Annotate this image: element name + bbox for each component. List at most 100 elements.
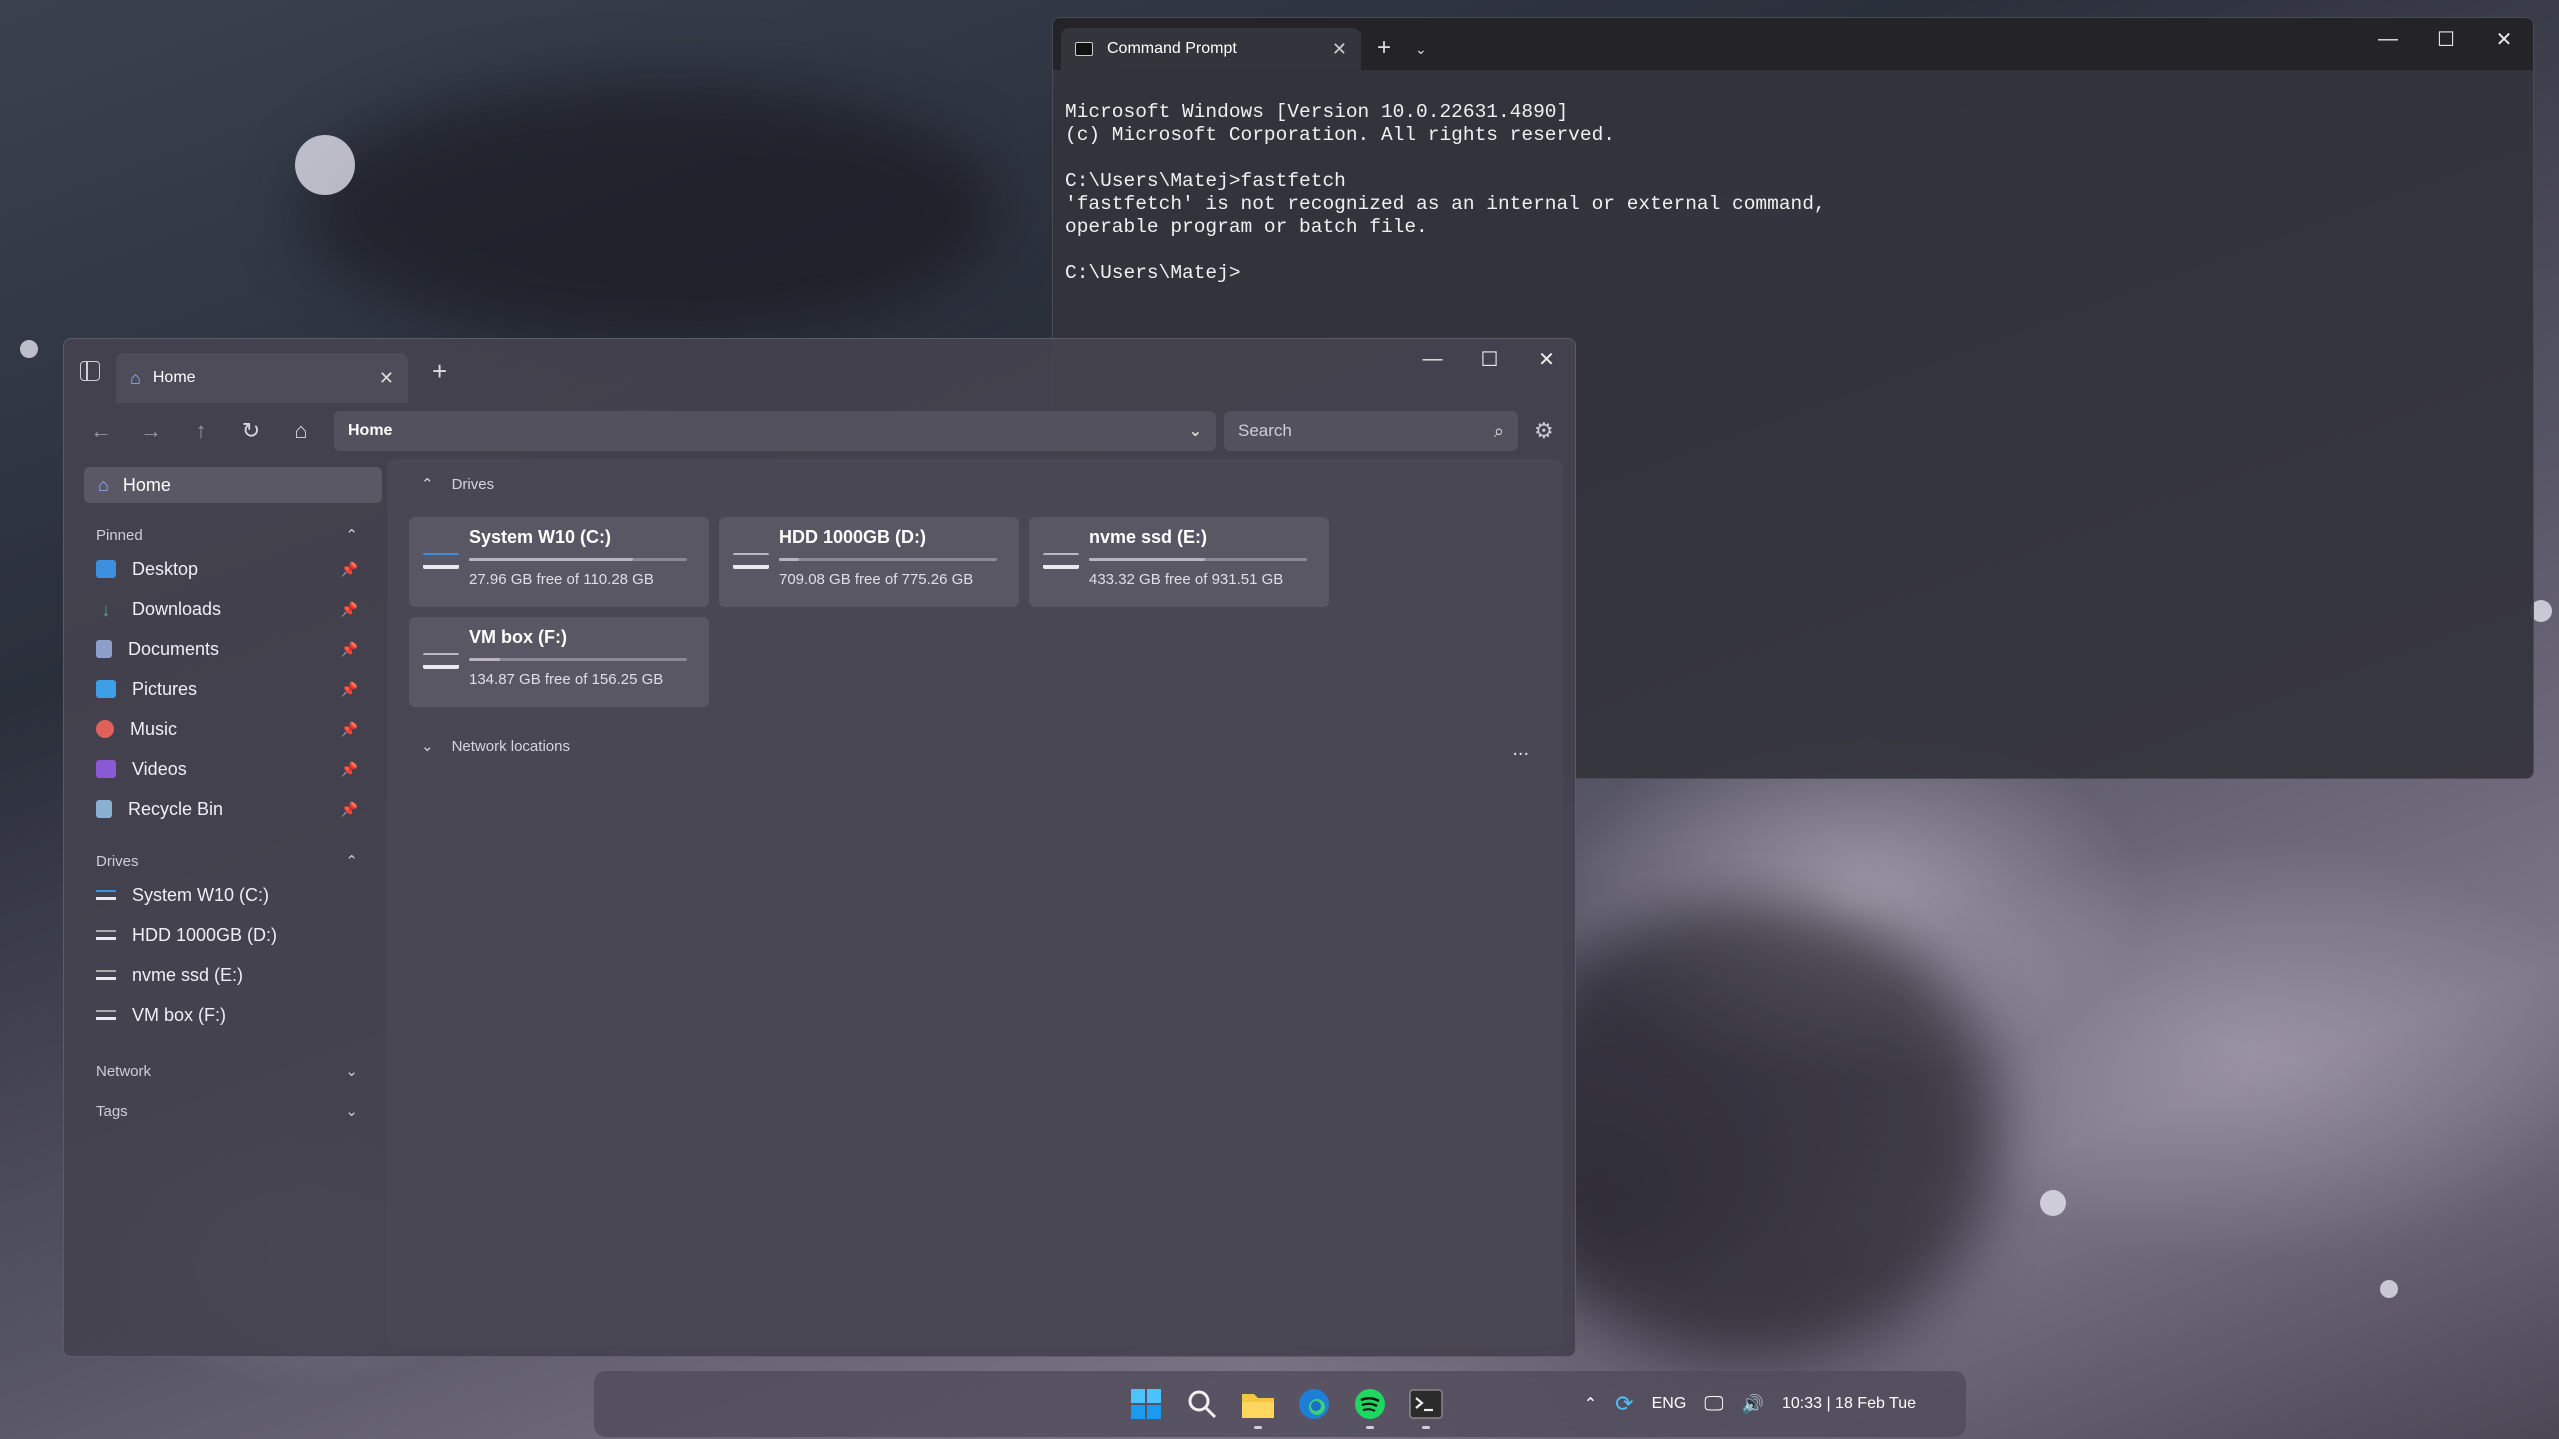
terminal-icon	[1409, 1389, 1443, 1419]
search-icon[interactable]: ⌕	[1494, 421, 1504, 442]
section-label: Pinned	[96, 526, 143, 544]
address-text: Home	[348, 422, 393, 439]
chevron-down-icon[interactable]: ⌄	[1189, 421, 1202, 441]
close-button[interactable]: ✕	[1518, 339, 1575, 379]
network-icon[interactable]: 🖵	[1704, 1393, 1723, 1416]
drive-free-space: 27.96 GB free of 110.28 GB	[469, 571, 654, 588]
taskbar-edge[interactable]	[1286, 1376, 1342, 1432]
drive-card[interactable]: nvme ssd (E:) 433.32 GB free of 931.51 G…	[1029, 517, 1329, 607]
sidebar-section-tags[interactable]: Tags ⌄	[74, 1097, 374, 1125]
pin-icon[interactable]: 📌	[341, 641, 358, 658]
sidebar-item-videos[interactable]: Videos 📌	[74, 749, 374, 789]
edge-browser-icon	[1299, 1389, 1329, 1419]
chevron-up-icon[interactable]: ⌃	[345, 526, 358, 544]
gear-icon[interactable]: ⚙	[1534, 418, 1554, 444]
drive-card[interactable]: System W10 (C:) 27.96 GB free of 110.28 …	[409, 517, 709, 607]
pin-icon[interactable]: 📌	[341, 601, 358, 618]
sidebar-item-drive-e[interactable]: nvme ssd (E:)	[74, 955, 374, 995]
sidebar-item-pictures[interactable]: Pictures 📌	[74, 669, 374, 709]
search-box[interactable]: ⌕	[1224, 411, 1518, 451]
chevron-down-icon[interactable]: ⌄	[345, 1062, 358, 1080]
drive-name: HDD 1000GB (D:)	[779, 527, 927, 547]
folder-icon	[1242, 1394, 1274, 1418]
drive-usage-bar	[469, 658, 687, 661]
sidebar-item-drive-c[interactable]: System W10 (C:)	[74, 875, 374, 915]
pin-icon[interactable]: 📌	[341, 721, 358, 738]
sidebar-item-recycle-bin[interactable]: Recycle Bin 📌	[74, 789, 374, 829]
language-indicator[interactable]: ENG	[1652, 1395, 1687, 1413]
minimize-button[interactable]: —	[1404, 339, 1461, 379]
new-tab-button[interactable]: +	[1377, 34, 1391, 62]
sidebar-item-label: VM box (F:)	[132, 1004, 227, 1025]
cmd-tab[interactable]: Command Prompt ✕	[1061, 28, 1361, 70]
downloads-icon: ↓	[101, 600, 111, 620]
sidebar-item-label: Music	[130, 718, 178, 739]
search-icon	[1188, 1390, 1217, 1419]
start-button[interactable]	[1118, 1376, 1174, 1432]
minimize-button[interactable]: —	[2359, 18, 2417, 60]
more-options-button[interactable]: ...	[1512, 738, 1529, 761]
maximize-button[interactable]: ☐	[1461, 339, 1518, 379]
sidebar-item-music[interactable]: Music 📌	[74, 709, 374, 749]
drive-card[interactable]: VM box (F:) 134.87 GB free of 156.25 GB	[409, 617, 709, 707]
drive-card[interactable]: HDD 1000GB (D:) 709.08 GB free of 775.26…	[719, 517, 1019, 607]
chevron-down-icon[interactable]: ⌄	[421, 737, 434, 755]
taskbar-spotify[interactable]	[1342, 1376, 1398, 1432]
sidebar-item-label: Home	[122, 474, 171, 495]
sidebar-item-home[interactable]: ⌂ Home	[84, 467, 382, 503]
sidebar-section-pinned[interactable]: Pinned ⌃	[74, 521, 374, 549]
taskbar-file-explorer[interactable]	[1230, 1376, 1286, 1432]
search-button[interactable]	[1174, 1376, 1230, 1432]
close-tab-icon[interactable]: ✕	[1332, 39, 1347, 60]
drive-icon	[423, 553, 459, 569]
sidebar-item-desktop[interactable]: Desktop 📌	[74, 549, 374, 589]
new-tab-button[interactable]: +	[432, 356, 447, 387]
network-section-header[interactable]: ⌄ Network locations	[387, 731, 1563, 761]
file-explorer-window[interactable]: ⌂ Home ✕ + — ☐ ✕ ← → ↑ ↻ ⌂ Home ⌄ ⌕ ⚙ ⌂ …	[63, 338, 1576, 1357]
drive-name: System W10 (C:)	[469, 527, 612, 547]
cmd-titlebar[interactable]: Command Prompt ✕ + ⌄ — ☐ ✕	[1053, 18, 2533, 70]
chevron-up-icon[interactable]: ⌃	[1584, 1394, 1597, 1414]
section-label: Drives	[96, 852, 139, 870]
up-arrow-icon[interactable]: ↑	[176, 411, 226, 451]
terminal-prompt[interactable]: C:\Users\Matej>	[1065, 262, 2521, 285]
back-arrow-icon[interactable]: ←	[76, 411, 126, 451]
sidebar-item-drive-f[interactable]: VM box (F:)	[74, 995, 374, 1035]
pin-icon[interactable]: 📌	[341, 681, 358, 698]
maximize-button[interactable]: ☐	[2417, 18, 2475, 60]
pin-icon[interactable]: 📌	[341, 801, 358, 818]
terminal-output[interactable]: Microsoft Windows [Version 10.0.22631.48…	[1053, 70, 2533, 339]
chevron-down-icon[interactable]: ⌄	[1415, 41, 1427, 58]
search-input[interactable]	[1238, 421, 1494, 441]
chevron-down-icon[interactable]: ⌄	[345, 1102, 358, 1120]
sidebar-section-network[interactable]: Network ⌄	[74, 1057, 374, 1085]
sidebar-item-drive-d[interactable]: HDD 1000GB (D:)	[74, 915, 374, 955]
close-tab-icon[interactable]: ✕	[379, 368, 394, 389]
chevron-up-icon[interactable]: ⌃	[345, 852, 358, 870]
drives-section-header[interactable]: ⌃ Drives	[387, 469, 1563, 499]
refresh-icon[interactable]: ↻	[226, 411, 276, 451]
forward-arrow-icon[interactable]: →	[126, 411, 176, 451]
explorer-toolbar: ← → ↑ ↻ ⌂ Home ⌄ ⌕ ⚙	[64, 403, 1575, 459]
clock[interactable]: 10:33 | 18 Feb Tue	[1782, 1395, 1916, 1413]
explorer-titlebar[interactable]: ⌂ Home ✕ + — ☐ ✕	[64, 339, 1575, 403]
drive-icon	[96, 1010, 116, 1020]
pin-icon[interactable]: 📌	[341, 561, 358, 578]
drive-icon	[96, 890, 116, 900]
drive-free-space: 433.32 GB free of 931.51 GB	[1089, 571, 1284, 588]
taskbar-terminal[interactable]	[1398, 1376, 1454, 1432]
sidebar-toggle-icon[interactable]	[80, 361, 100, 381]
sidebar-item-documents[interactable]: Documents 📌	[74, 629, 374, 669]
home-nav-icon[interactable]: ⌂	[276, 411, 326, 451]
sidebar-section-drives[interactable]: Drives ⌃	[74, 847, 374, 875]
pin-icon[interactable]: 📌	[341, 761, 358, 778]
sync-icon[interactable]: ⟳	[1615, 1391, 1633, 1417]
sidebar-item-downloads[interactable]: ↓ Downloads 📌	[74, 589, 374, 629]
close-button[interactable]: ✕	[2475, 18, 2533, 60]
chevron-up-icon[interactable]: ⌃	[421, 475, 434, 493]
sidebar-item-label: Pictures	[132, 678, 198, 699]
explorer-tab[interactable]: ⌂ Home ✕	[116, 353, 408, 403]
address-bar[interactable]: Home ⌄	[334, 411, 1216, 451]
volume-icon[interactable]: 🔊	[1742, 1394, 1764, 1415]
section-label: Tags	[96, 1102, 128, 1120]
